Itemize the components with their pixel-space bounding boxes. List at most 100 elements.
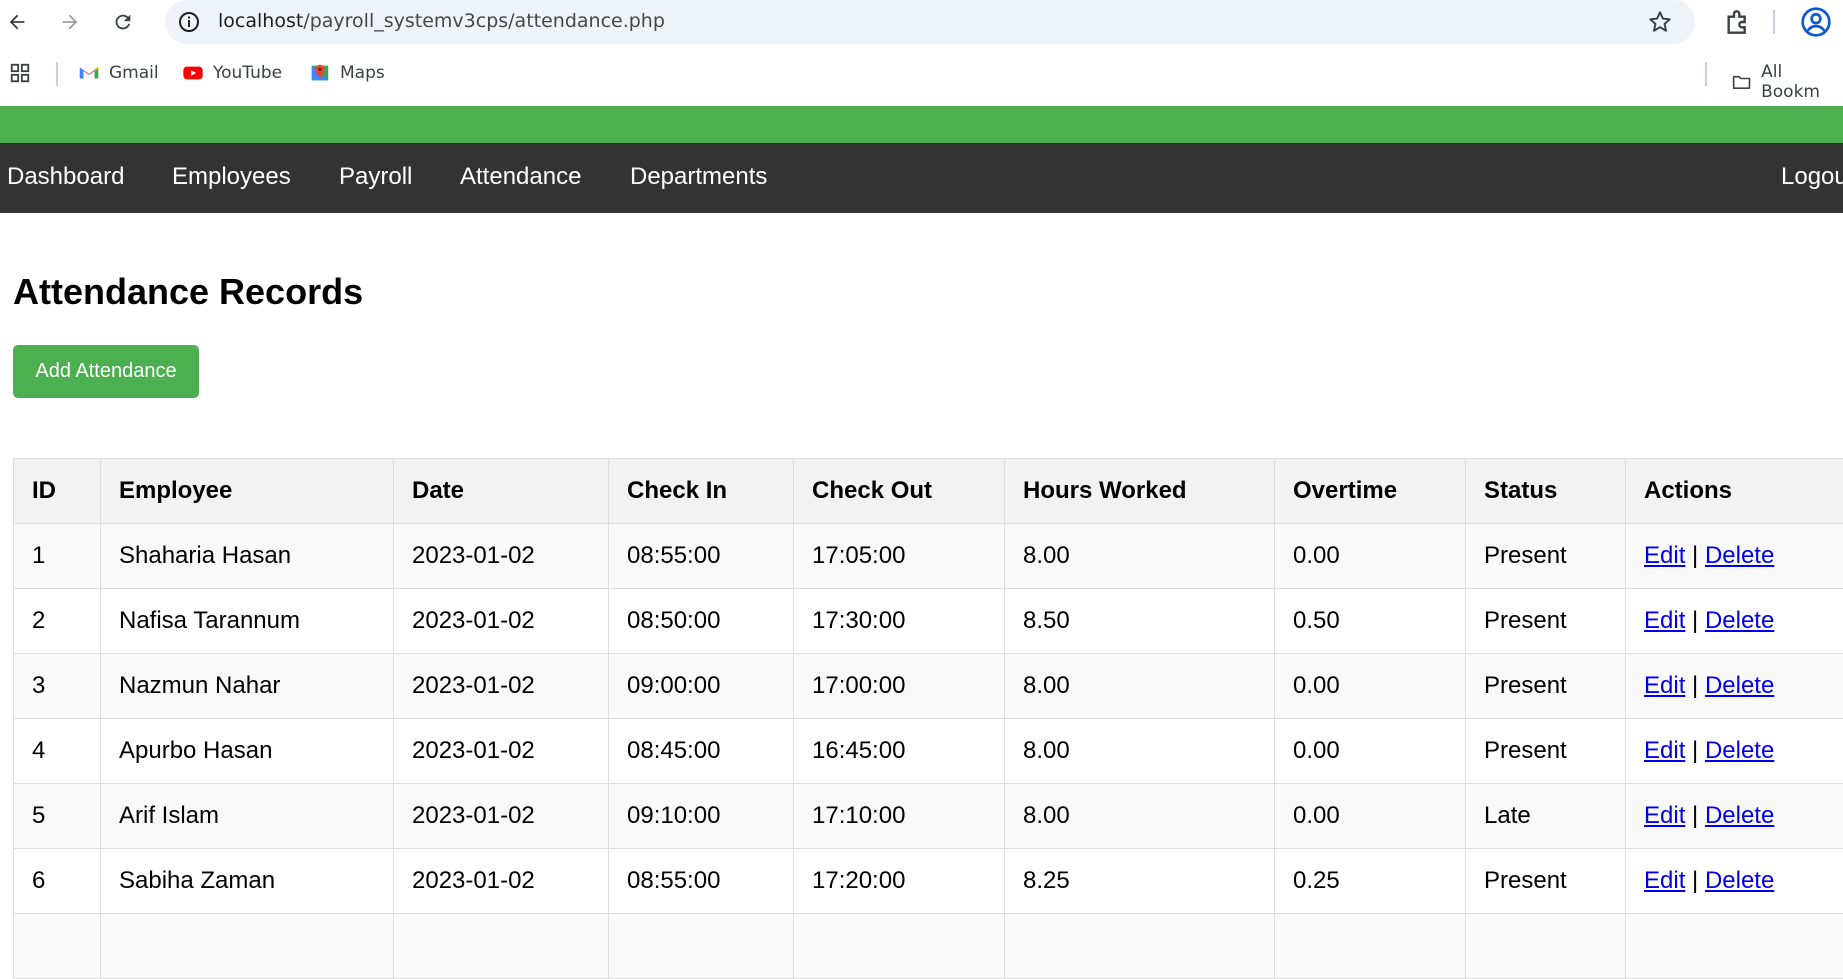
- cell-hours-worked: 8.00: [1005, 784, 1275, 849]
- forward-arrow-icon[interactable]: [54, 6, 86, 38]
- bookmarks-bar: Gmail YouTube Maps All Bookm: [0, 56, 1843, 94]
- bookmark-gmail[interactable]: Gmail: [78, 62, 159, 84]
- cell-actions: Edit | Delete: [1626, 654, 1843, 719]
- action-separator: |: [1692, 542, 1698, 569]
- cell-employee: [101, 914, 394, 979]
- cell-employee: Nazmun Nahar: [101, 654, 394, 719]
- edit-link[interactable]: Edit: [1644, 737, 1685, 764]
- nav-departments[interactable]: Departments: [630, 163, 767, 191]
- table-row: 5 Arif Islam 2023-01-02 09:10:00 17:10:0…: [14, 784, 1843, 849]
- bookmark-star-icon[interactable]: [1647, 9, 1673, 35]
- column-header-check-out: Check Out: [794, 459, 1005, 524]
- column-header-status: Status: [1466, 459, 1626, 524]
- cell-id: 2: [14, 589, 101, 654]
- add-attendance-button[interactable]: Add Attendance: [13, 345, 199, 398]
- bookmarks-divider: [56, 62, 58, 86]
- edit-link[interactable]: Edit: [1644, 802, 1685, 829]
- profile-avatar-icon[interactable]: [1800, 6, 1832, 38]
- cell-id: [14, 914, 101, 979]
- delete-link[interactable]: Delete: [1705, 802, 1774, 829]
- delete-link[interactable]: Delete: [1705, 607, 1774, 634]
- cell-actions: Edit | Delete: [1626, 784, 1843, 849]
- folder-icon: [1731, 71, 1752, 93]
- cell-employee: Nafisa Tarannum: [101, 589, 394, 654]
- cell-check-in: [609, 914, 794, 979]
- cell-date: 2023-01-02: [394, 589, 609, 654]
- nav-logout[interactable]: Logou: [1781, 163, 1843, 191]
- delete-link[interactable]: Delete: [1705, 672, 1774, 699]
- cell-hours-worked: 8.00: [1005, 654, 1275, 719]
- cell-check-in: 08:50:00: [609, 589, 794, 654]
- cell-date: [394, 914, 609, 979]
- cell-check-out: 17:20:00: [794, 849, 1005, 914]
- cell-check-in: 09:00:00: [609, 654, 794, 719]
- back-arrow-icon[interactable]: [1, 6, 33, 38]
- cell-hours-worked: 8.25: [1005, 849, 1275, 914]
- apps-grid-icon[interactable]: [9, 62, 31, 84]
- site-info-icon[interactable]: [177, 10, 201, 34]
- cell-status: Late: [1466, 784, 1626, 849]
- cell-check-in: 08:55:00: [609, 524, 794, 589]
- cell-status: [1466, 914, 1626, 979]
- all-bookmarks-folder[interactable]: All Bookm: [1731, 62, 1843, 102]
- cell-overtime: 0.00: [1275, 654, 1466, 719]
- delete-link[interactable]: Delete: [1705, 867, 1774, 894]
- cell-overtime: 0.00: [1275, 524, 1466, 589]
- cell-overtime: 0.50: [1275, 589, 1466, 654]
- cell-actions: Edit | Delete: [1626, 849, 1843, 914]
- address-bar[interactable]: localhost/payroll_systemv3cps/attendance…: [165, 0, 1695, 44]
- action-separator: |: [1692, 672, 1698, 699]
- cell-hours-worked: 8.00: [1005, 719, 1275, 784]
- cell-id: 4: [14, 719, 101, 784]
- cell-check-out: 17:30:00: [794, 589, 1005, 654]
- edit-link[interactable]: Edit: [1644, 672, 1685, 699]
- delete-link[interactable]: Delete: [1705, 737, 1774, 764]
- cell-actions: [1626, 914, 1843, 979]
- cell-date: 2023-01-02: [394, 849, 609, 914]
- nav-employees[interactable]: Employees: [172, 163, 291, 191]
- nav-dashboard[interactable]: Dashboard: [7, 163, 124, 191]
- table-row: 3 Nazmun Nahar 2023-01-02 09:00:00 17:00…: [14, 654, 1843, 719]
- nav-attendance[interactable]: Attendance: [460, 163, 581, 191]
- delete-link[interactable]: Delete: [1705, 542, 1774, 569]
- table-row: 4 Apurbo Hasan 2023-01-02 08:45:00 16:45…: [14, 719, 1843, 784]
- edit-link[interactable]: Edit: [1644, 867, 1685, 894]
- cell-status: Present: [1466, 589, 1626, 654]
- browser-toolbar: localhost/payroll_systemv3cps/attendance…: [0, 0, 1843, 44]
- cell-overtime: 0.25: [1275, 849, 1466, 914]
- site-header-bar: [0, 106, 1843, 143]
- bookmark-youtube[interactable]: YouTube: [182, 62, 282, 84]
- table-row: 1 Shaharia Hasan 2023-01-02 08:55:00 17:…: [14, 524, 1843, 589]
- edit-link[interactable]: Edit: [1644, 542, 1685, 569]
- table-row: 6 Sabiha Zaman 2023-01-02 08:55:00 17:20…: [14, 849, 1843, 914]
- cell-status: Present: [1466, 719, 1626, 784]
- edit-link[interactable]: Edit: [1644, 607, 1685, 634]
- cell-employee: Apurbo Hasan: [101, 719, 394, 784]
- column-header-date: Date: [394, 459, 609, 524]
- cell-overtime: [1275, 914, 1466, 979]
- youtube-icon: [182, 62, 204, 84]
- cell-id: 5: [14, 784, 101, 849]
- cell-status: Present: [1466, 654, 1626, 719]
- url-text: localhost/payroll_systemv3cps/attendance…: [218, 10, 665, 32]
- action-separator: |: [1692, 737, 1698, 764]
- cell-hours-worked: 8.00: [1005, 524, 1275, 589]
- column-header-hours-worked: Hours Worked: [1005, 459, 1275, 524]
- cell-actions: Edit | Delete: [1626, 589, 1843, 654]
- cell-date: 2023-01-02: [394, 524, 609, 589]
- column-header-id: ID: [14, 459, 101, 524]
- nav-payroll[interactable]: Payroll: [339, 163, 412, 191]
- reload-icon[interactable]: [107, 6, 139, 38]
- cell-hours-worked: 8.50: [1005, 589, 1275, 654]
- cell-actions: Edit | Delete: [1626, 719, 1843, 784]
- cell-actions: Edit | Delete: [1626, 524, 1843, 589]
- cell-check-in: 08:55:00: [609, 849, 794, 914]
- action-separator: |: [1692, 802, 1698, 829]
- cell-hours-worked: [1005, 914, 1275, 979]
- main-navigation: Dashboard Employees Payroll Attendance D…: [0, 143, 1843, 213]
- action-separator: |: [1692, 867, 1698, 894]
- column-header-check-in: Check In: [609, 459, 794, 524]
- extensions-puzzle-icon[interactable]: [1722, 6, 1754, 38]
- bookmark-maps[interactable]: Maps: [309, 62, 385, 84]
- toolbar-divider: [1773, 10, 1775, 34]
